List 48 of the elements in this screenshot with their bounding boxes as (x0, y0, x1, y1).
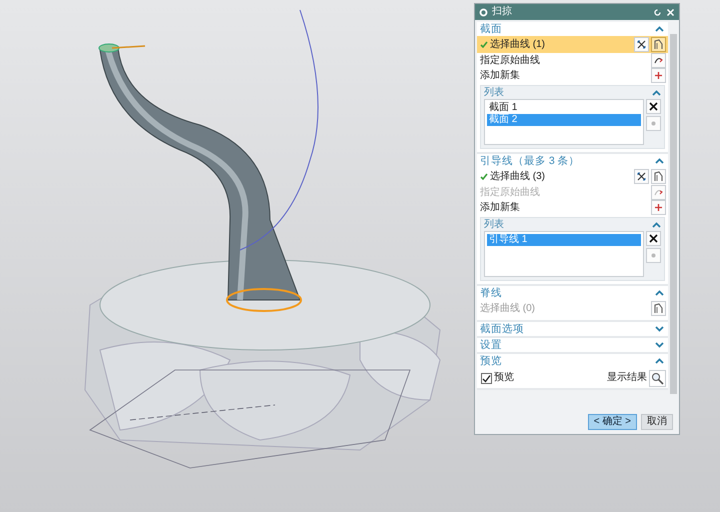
delete-icon[interactable] (646, 99, 661, 114)
dialog-title: 扫掠 (492, 7, 512, 17)
search-button[interactable] (649, 370, 666, 386)
chevron-up-icon[interactable] (655, 26, 664, 32)
curve-select-icon[interactable] (651, 169, 666, 184)
add-set-icon[interactable] (651, 200, 666, 215)
option-label: 指定原始曲线 (480, 56, 540, 66)
delete-icon[interactable] (646, 231, 661, 246)
reverse-curve-icon[interactable] (651, 53, 666, 68)
chevron-up-icon[interactable] (655, 358, 664, 364)
section-title: 预览 (480, 356, 502, 366)
section-title: 设置 (480, 340, 502, 350)
select-label: 选择曲线 (0) (480, 304, 535, 314)
chevron-up-icon[interactable] (652, 90, 661, 96)
chevron-up-icon[interactable] (655, 290, 664, 296)
chevron-up-icon[interactable] (655, 158, 664, 164)
list-title: 列表 (484, 88, 504, 98)
option-label: 添加新集 (480, 70, 520, 80)
crossed-arrows-icon[interactable] (634, 37, 649, 52)
section-title: 截面 (480, 24, 502, 34)
show-result-label: 显示结果 (607, 373, 647, 383)
section-title: 脊线 (480, 288, 502, 298)
section-title: 引导线（最多 3 条） (480, 156, 580, 166)
dialog-button[interactable]: 取消 (641, 414, 673, 430)
check-icon (480, 41, 488, 48)
checkbox-label: 预览 (494, 373, 514, 383)
dialog-button[interactable]: < 确定 > (588, 414, 637, 430)
curve-select-icon[interactable] (651, 37, 666, 52)
select-label: 选择曲线 (1) (490, 40, 545, 50)
crossed-arrows-icon[interactable] (634, 169, 649, 184)
reset-icon[interactable] (653, 8, 662, 16)
select-label: 选择曲线 (3) (490, 172, 545, 182)
list-title: 列表 (484, 220, 504, 230)
curve-select-icon[interactable] (651, 301, 666, 316)
checkbox[interactable] (481, 372, 492, 384)
reverse-curve-icon[interactable] (651, 185, 666, 200)
list-item[interactable]: 截面 1 (487, 102, 641, 114)
close-icon[interactable] (666, 8, 675, 16)
add-set-icon[interactable] (651, 68, 666, 83)
chevron-up-icon[interactable] (652, 222, 661, 228)
section-title: 截面选项 (480, 324, 524, 334)
check-icon (480, 173, 488, 180)
option-label: 指定原始曲线 (480, 188, 540, 198)
select-row[interactable]: 选择曲线 (1) (477, 36, 668, 53)
option-label: 添加新集 (480, 202, 520, 212)
chevron-down-icon[interactable] (655, 326, 664, 332)
select-row[interactable]: 选择曲线 (3) (477, 168, 668, 185)
chevron-down-icon[interactable] (655, 342, 664, 348)
